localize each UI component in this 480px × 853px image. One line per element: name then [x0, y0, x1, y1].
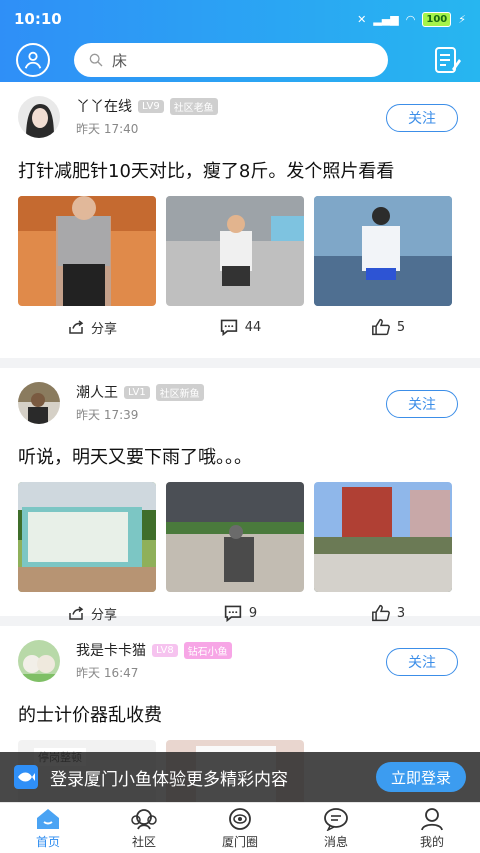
tab-community[interactable]: 社区	[96, 803, 192, 853]
image-row	[18, 196, 462, 306]
wifi-icon: ◠	[405, 12, 416, 26]
comment-icon	[220, 319, 237, 336]
follow-button[interactable]: 关注	[386, 104, 458, 132]
share-label: 分享	[90, 607, 117, 623]
compose-button[interactable]	[430, 43, 464, 77]
circle-icon	[229, 807, 251, 830]
signal-icon: ▂▄▆	[373, 12, 399, 26]
tab-messages[interactable]: 消息	[288, 803, 384, 853]
bottom-tab-bar: 首页 社区 厦门圈 消息 我的	[0, 802, 480, 853]
follow-button[interactable]: 关注	[386, 648, 458, 676]
share-label: 分享	[90, 321, 117, 337]
post-time: 昨天 17:40	[76, 122, 139, 136]
charging-icon: ⚡	[458, 12, 466, 26]
post-image[interactable]	[166, 196, 304, 306]
top-bar: 床	[0, 38, 480, 82]
avatar[interactable]	[18, 640, 60, 682]
message-icon	[324, 807, 348, 831]
level-badge: LV1	[124, 385, 150, 399]
search-query: 床	[112, 51, 128, 70]
post-time: 昨天 16:47	[76, 666, 139, 680]
post-actions: 分享 44 5	[18, 306, 462, 348]
community-icon	[131, 808, 157, 829]
status-icons: ✕ ▂▄▆ ◠ 100 ⚡	[357, 11, 466, 27]
post-image[interactable]	[18, 196, 156, 306]
share-button[interactable]: 分享	[18, 604, 166, 623]
author-name[interactable]: 潮人王	[76, 382, 118, 402]
battery-icon: 100	[422, 11, 452, 27]
login-banner: 登录厦门小鱼体验更多精彩内容 立即登录	[0, 752, 480, 802]
rank-badge: 社区新鱼	[155, 383, 204, 401]
image-row	[18, 482, 462, 592]
like-count: 5	[396, 319, 406, 335]
post-card[interactable]: 丫丫在线 LV9 社区老鱼 昨天 17:40 关注 打针减肥针10天对比，瘦了8…	[0, 82, 480, 358]
search-input[interactable]: 床	[74, 43, 388, 77]
thumbs-up-icon	[371, 318, 390, 336]
edit-note-icon	[435, 47, 461, 73]
like-button[interactable]: 5	[314, 318, 462, 336]
user-icon	[24, 51, 42, 69]
share-icon	[69, 606, 84, 620]
like-count: 3	[396, 605, 406, 621]
post-text[interactable]: 打针减肥针10天对比，瘦了8斤。发个照片看看	[18, 158, 462, 186]
comment-count: 9	[248, 605, 258, 621]
share-icon	[69, 320, 84, 334]
status-time: 10:10	[14, 10, 62, 28]
rank-badge: 社区老鱼	[169, 97, 218, 115]
status-bar: 10:10 ✕ ▂▄▆ ◠ 100 ⚡	[0, 0, 480, 38]
like-button[interactable]: 3	[314, 604, 462, 622]
tab-label: 我的	[419, 834, 444, 849]
post-text[interactable]: 听说，明天又要下雨了哦。。。	[18, 444, 462, 472]
tab-label: 消息	[323, 834, 348, 849]
comment-button[interactable]: 9	[166, 604, 314, 622]
search-icon	[89, 53, 103, 67]
avatar[interactable]	[18, 96, 60, 138]
tab-label: 厦门圈	[221, 834, 258, 849]
thumbs-up-icon	[371, 604, 390, 622]
mute-icon: ✕	[357, 12, 367, 26]
home-icon	[37, 808, 59, 829]
user-avatar-button[interactable]	[16, 43, 50, 77]
post-text[interactable]: 的士计价器乱收费	[18, 702, 462, 730]
follow-button[interactable]: 关注	[386, 390, 458, 418]
post-time: 昨天 17:39	[76, 408, 139, 422]
post-image[interactable]	[18, 482, 156, 592]
tab-home[interactable]: 首页	[0, 803, 96, 853]
avatar[interactable]	[18, 382, 60, 424]
post-feed: 丫丫在线 LV9 社区老鱼 昨天 17:40 关注 打针减肥针10天对比，瘦了8…	[0, 82, 480, 850]
tab-profile[interactable]: 我的	[384, 803, 480, 853]
author-name[interactable]: 丫丫在线	[76, 96, 132, 116]
comment-icon	[224, 605, 242, 622]
post-image[interactable]	[314, 196, 452, 306]
post-card[interactable]: 潮人王 LV1 社区新鱼 昨天 17:39 关注 听说，明天又要下雨了哦。。。	[0, 368, 480, 623]
author-name[interactable]: 我是卡卡猫	[76, 640, 146, 660]
post-image[interactable]	[314, 482, 452, 592]
profile-icon	[421, 807, 443, 830]
tab-label: 社区	[131, 834, 156, 849]
fish-logo-icon	[14, 765, 38, 789]
level-badge: LV8	[152, 643, 178, 657]
share-button[interactable]: 分享	[18, 318, 166, 337]
post-image[interactable]	[166, 482, 304, 592]
tab-xiamen-circle[interactable]: 厦门圈	[192, 803, 288, 853]
tab-label: 首页	[35, 834, 60, 849]
banner-text: 登录厦门小鱼体验更多精彩内容	[50, 769, 288, 790]
login-button[interactable]: 立即登录	[376, 762, 466, 792]
comment-button[interactable]: 44	[166, 318, 314, 336]
level-badge: LV9	[138, 99, 164, 113]
comment-count: 44	[244, 319, 262, 335]
rank-badge: 钻石小鱼	[183, 641, 232, 659]
